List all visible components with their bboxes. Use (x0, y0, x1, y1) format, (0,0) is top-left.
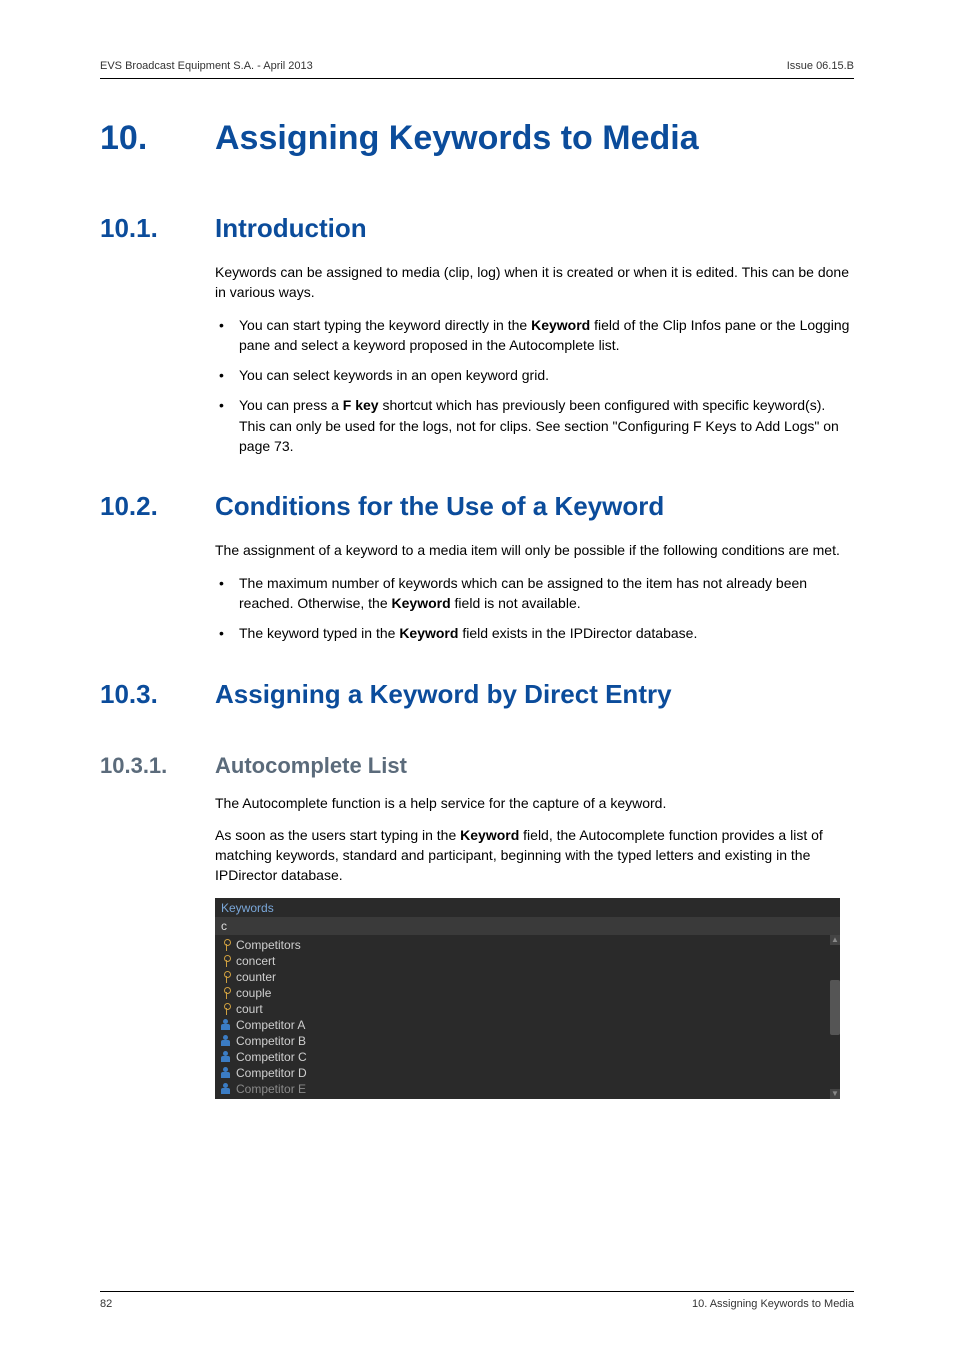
list-item[interactable]: court (215, 1001, 840, 1017)
list-item-label: Competitor D (236, 1066, 307, 1080)
keywords-input[interactable]: c (215, 917, 840, 935)
keywords-autocomplete-panel: Keywords c ▲ ▼ Competitors concert counter… (215, 898, 840, 1099)
scrollbar[interactable]: ▲ ▼ (830, 935, 840, 1099)
list-item-label: Competitor C (236, 1050, 307, 1064)
person-icon (221, 1035, 231, 1047)
list-item[interactable]: Competitor A (215, 1017, 840, 1033)
scroll-up-icon[interactable]: ▲ (830, 935, 840, 945)
person-icon (221, 1083, 231, 1095)
heading-10-2: 10.2. Conditions for the Use of a Keywor… (100, 491, 854, 522)
heading-10-3-num: 10.3. (100, 679, 215, 710)
list-item-label: Competitor E (236, 1082, 306, 1096)
person-icon (221, 1051, 231, 1063)
page-header: EVS Broadcast Equipment S.A. - April 201… (100, 60, 854, 79)
heading-10-1-title: Introduction (215, 213, 367, 244)
header-left: EVS Broadcast Equipment S.A. - April 201… (100, 60, 313, 72)
page-footer: 82 10. Assigning Keywords to Media (100, 1291, 854, 1310)
scroll-down-icon[interactable]: ▼ (830, 1089, 840, 1099)
list-item[interactable]: counter (215, 969, 840, 985)
heading-10-3-title: Assigning a Keyword by Direct Entry (215, 679, 672, 710)
bullet-list: You can start typing the keyword directl… (215, 315, 854, 457)
section-10-3-1-body: The Autocomplete function is a help serv… (215, 793, 854, 898)
list-item-label: concert (236, 954, 275, 968)
list-item[interactable]: Competitor B (215, 1033, 840, 1049)
keywords-suggestion-list: ▲ ▼ Competitors concert counter couple court… (215, 935, 840, 1099)
section-10-2-body: The assignment of a keyword to a media i… (215, 540, 854, 653)
list-item[interactable]: couple (215, 985, 840, 1001)
person-icon (221, 1067, 231, 1079)
list-item: You can start typing the keyword directl… (215, 315, 854, 356)
list-item[interactable]: Competitor E (215, 1081, 840, 1097)
heading-10-1-num: 10.1. (100, 213, 215, 244)
list-item-label: court (236, 1002, 263, 1016)
key-icon (221, 987, 231, 999)
list-item: You can select keywords in an open keywo… (215, 365, 854, 385)
list-item[interactable]: Competitor C (215, 1049, 840, 1065)
section-10-1-body: Keywords can be assigned to media (clip,… (215, 262, 854, 466)
heading-10-2-title: Conditions for the Use of a Keyword (215, 491, 664, 522)
list-item: You can press a F key shortcut which has… (215, 395, 854, 456)
heading-chapter: 10. Assigning Keywords to Media (100, 119, 854, 158)
person-icon (221, 1019, 231, 1031)
list-item[interactable]: concert (215, 953, 840, 969)
para: Keywords can be assigned to media (clip,… (215, 262, 854, 303)
key-icon (221, 971, 231, 983)
heading-10-3-1-num: 10.3.1. (100, 753, 215, 779)
list-item-label: couple (236, 986, 271, 1000)
header-right: Issue 06.15.B (787, 60, 854, 72)
page-number: 82 (100, 1298, 112, 1310)
heading-10-3-1-title: Autocomplete List (215, 753, 407, 779)
keywords-label: Keywords (215, 898, 840, 917)
list-item[interactable]: Competitor D (215, 1065, 840, 1081)
list-item: The keyword typed in the Keyword field e… (215, 623, 854, 643)
heading-10-3-1: 10.3.1. Autocomplete List (100, 753, 854, 779)
para: The Autocomplete function is a help serv… (215, 793, 854, 813)
heading-10-3: 10.3. Assigning a Keyword by Direct Entr… (100, 679, 854, 710)
list-item-label: Competitor B (236, 1034, 306, 1048)
list-item-label: Competitors (236, 938, 301, 952)
key-icon (221, 1003, 231, 1015)
heading-chapter-title: Assigning Keywords to Media (215, 119, 699, 158)
footer-title: 10. Assigning Keywords to Media (692, 1298, 854, 1310)
para: As soon as the users start typing in the… (215, 825, 854, 886)
list-item-label: counter (236, 970, 276, 984)
para: The assignment of a keyword to a media i… (215, 540, 854, 560)
list-item: The maximum number of keywords which can… (215, 573, 854, 614)
key-icon (221, 955, 231, 967)
bullet-list: The maximum number of keywords which can… (215, 573, 854, 644)
list-item-label: Competitor A (236, 1018, 305, 1032)
heading-chapter-num: 10. (100, 119, 215, 158)
scroll-thumb[interactable] (830, 980, 840, 1035)
list-item[interactable]: Competitors (215, 937, 840, 953)
heading-10-1: 10.1. Introduction (100, 213, 854, 244)
heading-10-2-num: 10.2. (100, 491, 215, 522)
key-icon (221, 939, 231, 951)
